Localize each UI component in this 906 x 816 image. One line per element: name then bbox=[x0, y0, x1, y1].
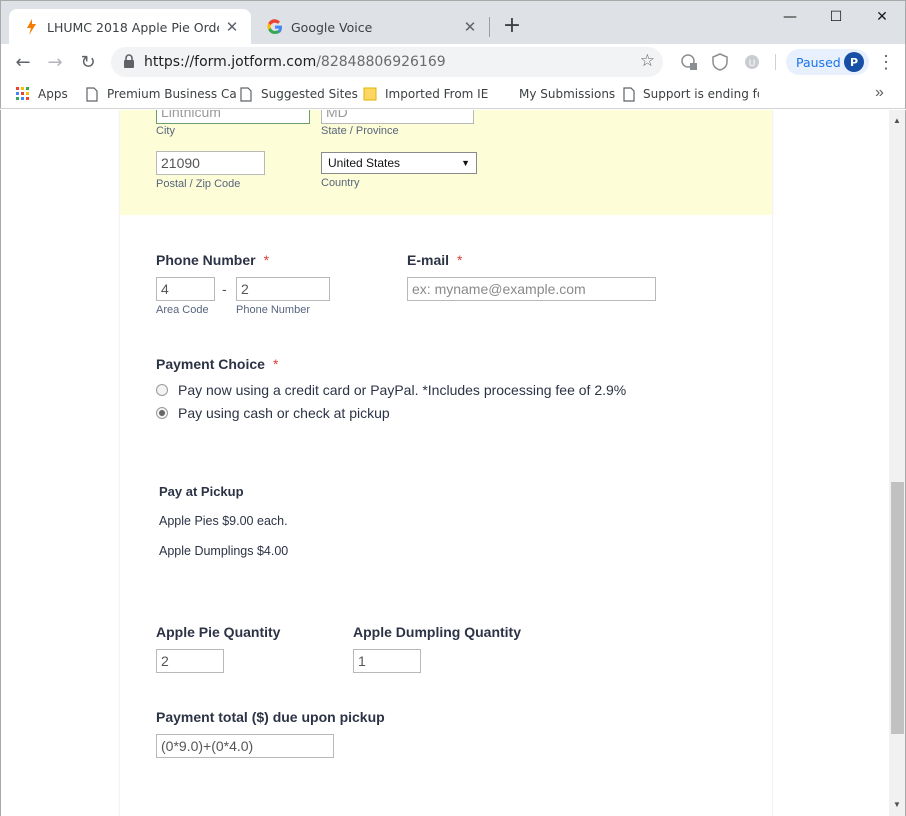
required-asterisk: * bbox=[263, 252, 270, 268]
bookmark-premium-business[interactable]: Premium Business Ca bbox=[85, 85, 237, 103]
area-code-input[interactable]: 4 bbox=[156, 277, 215, 301]
city-input[interactable]: Linthicum bbox=[156, 110, 310, 124]
bookmark-label: Suggested Sites bbox=[261, 87, 358, 101]
address-section: Linthicum City MD State / Province 21090… bbox=[120, 110, 772, 215]
jotform-icon bbox=[23, 19, 39, 35]
extension-chat-icon[interactable] bbox=[680, 53, 698, 71]
payment-choice-label-text: Payment Choice bbox=[156, 356, 265, 372]
dumpling-qty-input[interactable]: 1 bbox=[353, 649, 421, 673]
form-card: Linthicum City MD State / Province 21090… bbox=[120, 110, 772, 816]
lock-icon bbox=[123, 54, 137, 70]
maximize-button[interactable]: ☐ bbox=[813, 5, 859, 29]
page-icon bbox=[623, 86, 635, 102]
phone-number-sublabel: Phone Number bbox=[236, 304, 310, 316]
bookmark-support-ending[interactable]: Support is ending fo bbox=[623, 85, 759, 103]
scroll-down-arrow-icon[interactable]: ▼ bbox=[893, 800, 901, 809]
dumpling-qty-label: Apple Dumpling Quantity bbox=[353, 624, 521, 640]
forward-arrow-icon[interactable]: → bbox=[43, 50, 67, 74]
city-label: City bbox=[156, 125, 175, 137]
pickup-line-dumplings: Apple Dumplings $4.00 bbox=[159, 544, 289, 558]
reload-icon[interactable]: ↻ bbox=[76, 50, 100, 74]
tab-google-voice[interactable]: Google Voice ✕ bbox=[253, 9, 489, 45]
radio-label: Pay using cash or check at pickup bbox=[178, 405, 390, 421]
bookmark-my-submissions[interactable]: My Submissions bbox=[519, 85, 615, 103]
apps-grid-icon bbox=[16, 86, 30, 102]
browser-toolbar: ← → ↻ https://form.jotform.com/828488069… bbox=[0, 44, 906, 80]
required-asterisk: * bbox=[272, 356, 279, 372]
pie-qty-label: Apple Pie Quantity bbox=[156, 624, 281, 640]
bookmarks-bar: Apps Premium Business Ca Suggested Sites… bbox=[0, 80, 906, 109]
postal-input[interactable]: 21090 bbox=[156, 151, 265, 175]
bookmark-label: Imported From IE bbox=[385, 87, 489, 101]
tab-title: Google Voice bbox=[291, 19, 373, 35]
new-tab-button[interactable]: + bbox=[499, 13, 525, 38]
required-asterisk: * bbox=[457, 252, 463, 268]
email-label-text: E-mail bbox=[407, 252, 450, 268]
bookmark-label: Premium Business Ca bbox=[107, 87, 237, 101]
close-tab-icon[interactable]: ✕ bbox=[223, 18, 241, 36]
email-input[interactable]: ex: myname@example.com bbox=[407, 277, 656, 301]
phone-separator: - bbox=[222, 281, 227, 297]
state-label: State / Province bbox=[321, 125, 399, 137]
tab-jotform[interactable]: LHUMC 2018 Apple Pie Order Fo ✕ bbox=[9, 9, 251, 45]
phone-label-text: Phone Number bbox=[156, 252, 256, 268]
scroll-thumb[interactable] bbox=[891, 482, 904, 734]
paused-label: Paused bbox=[796, 54, 841, 70]
radio-button-selected[interactable] bbox=[156, 407, 168, 419]
pie-qty-input[interactable]: 2 bbox=[156, 649, 224, 673]
bookmark-label: Support is ending fo bbox=[643, 87, 759, 101]
url-text: https://form.jotform.com/82848806926169 bbox=[144, 54, 446, 70]
country-label: Country bbox=[321, 177, 360, 189]
more-menu-icon[interactable]: ⋮ bbox=[877, 52, 895, 72]
address-bar[interactable]: https://form.jotform.com/82848806926169 … bbox=[111, 47, 663, 77]
close-tab-icon[interactable]: ✕ bbox=[461, 18, 479, 36]
area-code-label: Area Code bbox=[156, 304, 209, 316]
scroll-up-arrow-icon[interactable]: ▲ bbox=[893, 116, 901, 125]
payment-choice-label: Payment Choice * bbox=[156, 356, 278, 372]
bookmark-suggested-sites[interactable]: Suggested Sites bbox=[239, 85, 358, 103]
bookmark-imported-from-ie[interactable]: Imported From IE bbox=[363, 85, 488, 103]
page-viewport: Linthicum City MD State / Province 21090… bbox=[0, 110, 889, 816]
payment-option-credit-card[interactable]: Pay now using a credit card or PayPal. *… bbox=[156, 381, 626, 399]
pickup-heading: Pay at Pickup bbox=[159, 484, 244, 499]
bookmark-apps[interactable]: Apps bbox=[16, 85, 68, 103]
profile-paused-button[interactable]: Paused P bbox=[786, 49, 869, 75]
page-icon bbox=[239, 86, 253, 102]
country-value: United States bbox=[328, 156, 401, 170]
state-input[interactable]: MD bbox=[321, 110, 474, 124]
url-host: https://form.jotform.com bbox=[144, 54, 317, 70]
toolbar-divider bbox=[775, 54, 776, 70]
bookmark-star-icon[interactable]: ☆ bbox=[640, 51, 655, 71]
total-input[interactable]: (0*9.0)+(0*4.0) bbox=[156, 734, 334, 758]
page-scrollbar[interactable]: ▲ ▼ bbox=[889, 110, 906, 816]
browser-titlebar: LHUMC 2018 Apple Pie Order Fo ✕ Google V… bbox=[0, 0, 906, 45]
svg-text:U: U bbox=[749, 59, 756, 69]
radio-label: Pay now using a credit card or PayPal. *… bbox=[178, 382, 627, 398]
extension-shield-icon[interactable] bbox=[711, 53, 729, 71]
tab-separator bbox=[489, 17, 490, 37]
phone-label: Phone Number * bbox=[156, 252, 269, 268]
bookmark-label: Apps bbox=[38, 87, 68, 101]
bookmark-label: My Submissions bbox=[519, 87, 616, 101]
country-select[interactable]: United States ▼ bbox=[321, 152, 477, 174]
phone-number-input[interactable]: 2 bbox=[236, 277, 330, 301]
payment-option-cash-check[interactable]: Pay using cash or check at pickup bbox=[156, 404, 390, 422]
minimize-button[interactable]: — bbox=[767, 5, 813, 29]
bookmarks-overflow-icon[interactable]: » bbox=[875, 84, 884, 102]
google-icon bbox=[267, 19, 283, 35]
avatar: P bbox=[844, 52, 864, 72]
tab-title: LHUMC 2018 Apple Pie Order Fo bbox=[47, 19, 219, 35]
url-path: /82848806926169 bbox=[316, 54, 446, 70]
pickup-line-pies: Apple Pies $9.00 each. bbox=[159, 514, 288, 528]
close-window-button[interactable]: ✕ bbox=[859, 5, 905, 29]
page-icon bbox=[85, 86, 99, 102]
dropdown-arrow-icon: ▼ bbox=[461, 158, 470, 168]
extension-u-icon[interactable]: U bbox=[743, 53, 761, 71]
folder-icon bbox=[363, 86, 377, 102]
postal-label: Postal / Zip Code bbox=[156, 178, 241, 190]
radio-button[interactable] bbox=[156, 384, 168, 396]
email-label: E-mail * bbox=[407, 252, 462, 268]
total-label: Payment total ($) due upon pickup bbox=[156, 709, 385, 725]
back-arrow-icon[interactable]: ← bbox=[11, 50, 35, 74]
